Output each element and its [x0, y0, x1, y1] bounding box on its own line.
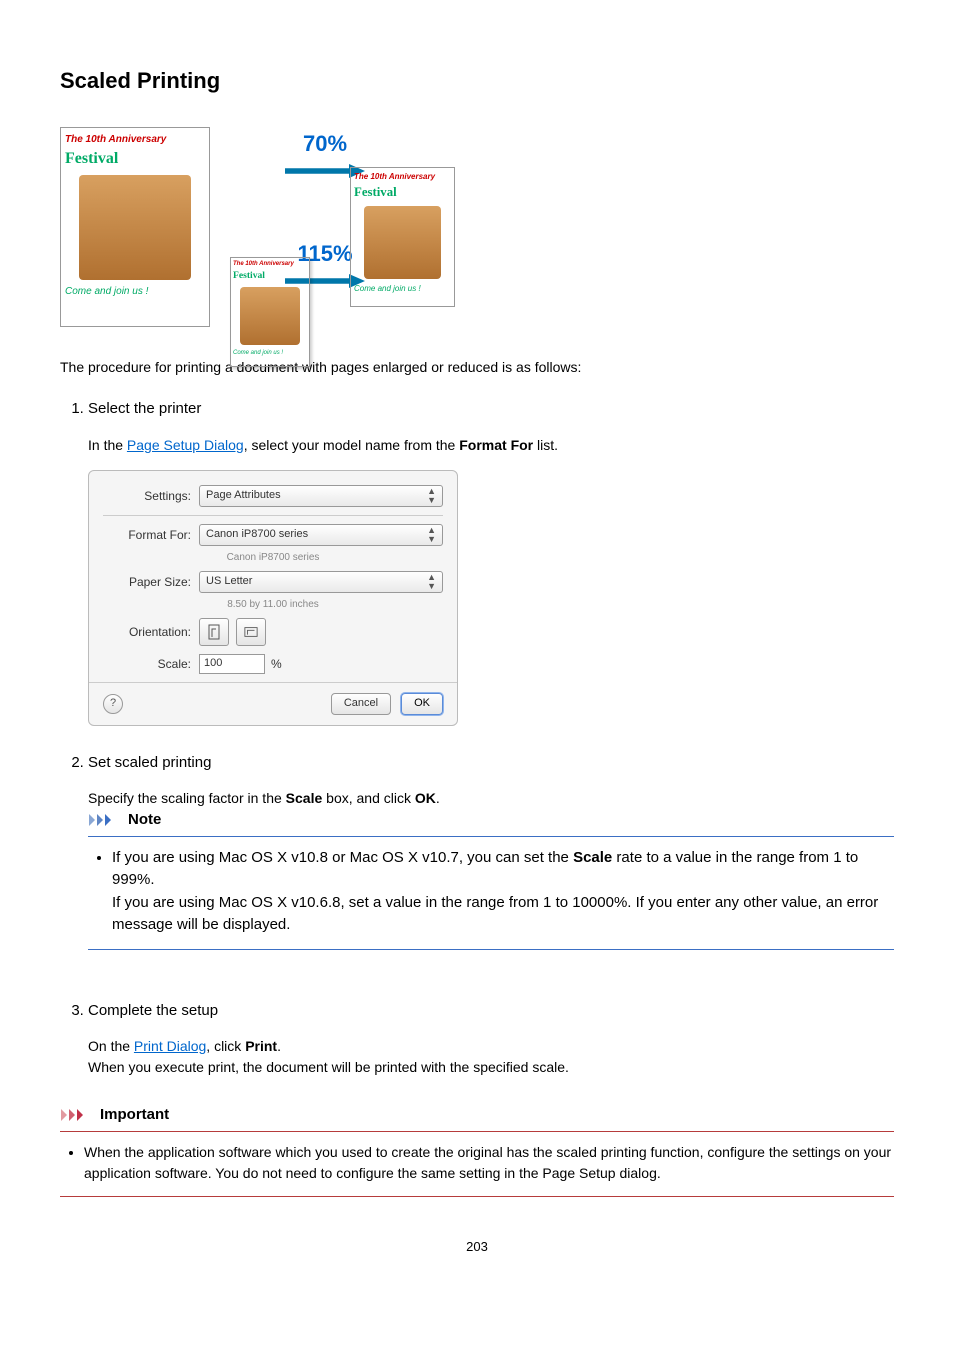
settings-select[interactable]: Page Attributes ▲▼ — [199, 485, 443, 507]
page-title: Scaled Printing — [60, 64, 894, 97]
scale-bold: Scale — [286, 790, 323, 806]
step-3-title: Complete the setup — [88, 1002, 218, 1019]
orientation-portrait-button[interactable] — [199, 618, 229, 646]
step-2-desc: Specify the scaling factor in the Scale … — [88, 788, 894, 809]
page-setup-dialog-mock: Settings: Page Attributes ▲▼ Format For:… — [88, 470, 458, 726]
cancel-button[interactable]: Cancel — [331, 693, 391, 715]
doc-green-title: Festival — [65, 147, 205, 171]
format-for-hint: Canon iP8700 series — [103, 550, 443, 565]
chevron-updown-icon: ▲▼ — [427, 526, 436, 544]
chevron-updown-icon: ▲▼ — [427, 487, 436, 505]
illustration-reduced-doc: The 10th Anniversary Festival Come and j… — [230, 257, 310, 367]
scale-unit: % — [271, 655, 282, 673]
print-bold: Print — [245, 1038, 277, 1054]
step-1-desc: In the Page Setup Dialog, select your mo… — [88, 435, 894, 456]
doc-join-text: Come and join us ! — [65, 284, 205, 299]
intro-text: The procedure for printing a document wi… — [60, 357, 894, 378]
ok-button[interactable]: OK — [401, 693, 443, 715]
format-for-label: Format For: — [103, 526, 199, 544]
page-number: 203 — [60, 1237, 894, 1257]
step-3-desc: On the Print Dialog, click Print. When y… — [88, 1036, 894, 1078]
chevron-updown-icon: ▲▼ — [427, 573, 436, 591]
scale-input[interactable]: 100 — [199, 654, 265, 674]
note-heading: Note — [88, 809, 894, 832]
illustration-enlarged-doc: The 10th Anniversary Festival Come and j… — [350, 167, 455, 307]
important-callout: When the application software which you … — [60, 1131, 894, 1197]
help-button[interactable]: ? — [103, 694, 123, 714]
format-for-bold: Format For — [459, 437, 533, 453]
landscape-icon — [244, 624, 258, 640]
doc-red-title: The 10th Anniversary — [65, 132, 205, 147]
page-setup-dialog-link[interactable]: Page Setup Dialog — [127, 437, 244, 453]
note-line-2: If you are using Mac OS X v10.6.8, set a… — [112, 892, 894, 937]
illustration-original-doc: The 10th Anniversary Festival Come and j… — [60, 127, 210, 327]
portrait-icon — [207, 624, 221, 640]
orientation-landscape-button[interactable] — [236, 618, 266, 646]
ok-bold: OK — [415, 790, 436, 806]
important-bullet: When the application software which you … — [84, 1142, 894, 1184]
step-2: Set scaled printing Specify the scaling … — [88, 752, 894, 974]
paper-size-hint: 8.50 by 11.00 inches — [103, 597, 443, 612]
scale-label: Scale: — [103, 655, 199, 673]
important-heading: Important — [60, 1104, 894, 1127]
format-for-select[interactable]: Canon iP8700 series ▲▼ — [199, 524, 443, 546]
note-bullet: If you are using Mac OS X v10.8 or Mac O… — [112, 847, 894, 937]
note-scale-bold: Scale — [573, 849, 612, 866]
scaled-printing-illustration: The 10th Anniversary Festival Come and j… — [60, 117, 460, 337]
paper-size-select[interactable]: US Letter ▲▼ — [199, 571, 443, 593]
doc-image-placeholder — [79, 175, 191, 280]
step-2-title: Set scaled printing — [88, 754, 211, 771]
important-chevrons-icon — [60, 1108, 94, 1122]
step-3-line-2: When you execute print, the document wil… — [88, 1057, 894, 1078]
settings-label: Settings: — [103, 487, 199, 505]
step-3: Complete the setup On the Print Dialog, … — [88, 1000, 894, 1079]
step-1: Select the printer In the Page Setup Dia… — [88, 398, 894, 726]
step-1-title: Select the printer — [88, 400, 201, 417]
note-callout: If you are using Mac OS X v10.8 or Mac O… — [88, 836, 894, 950]
print-dialog-link[interactable]: Print Dialog — [134, 1038, 206, 1054]
paper-size-label: Paper Size: — [103, 573, 199, 591]
note-chevrons-icon — [88, 813, 122, 827]
orientation-label: Orientation: — [103, 623, 199, 641]
